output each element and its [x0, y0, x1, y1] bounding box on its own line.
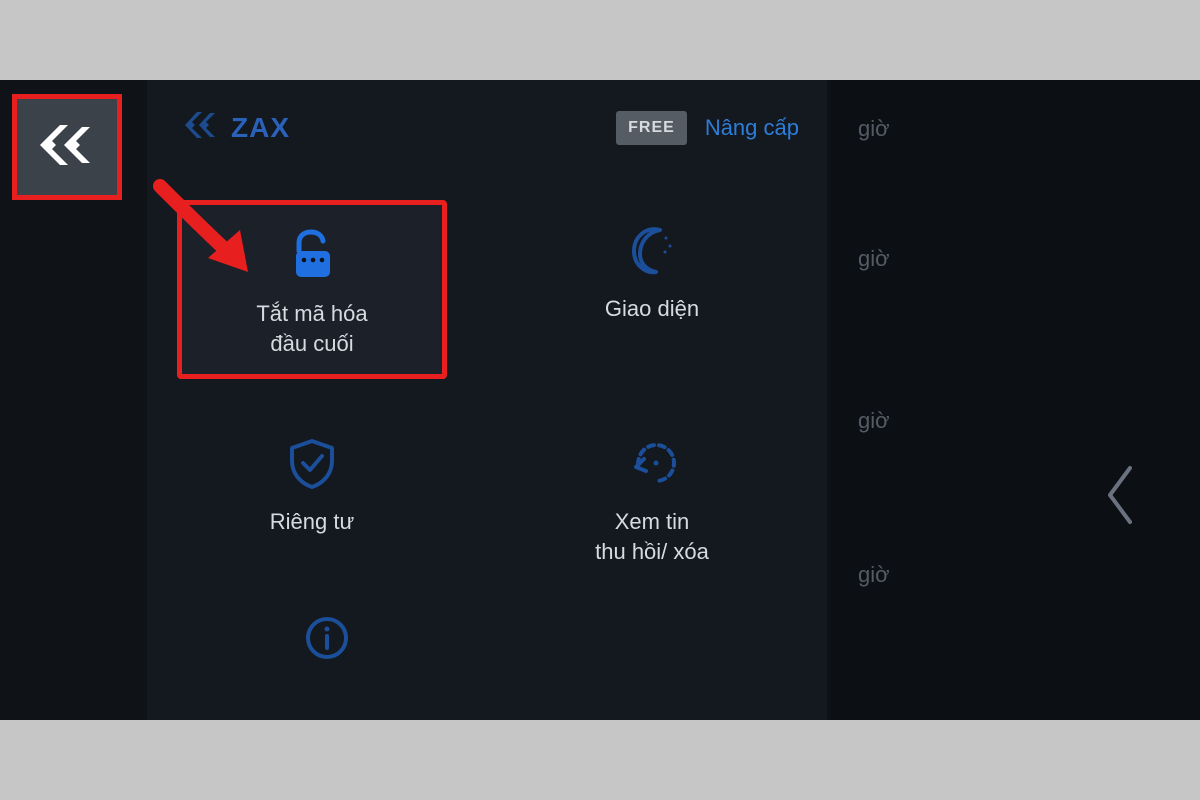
menu-item-appearance[interactable]: Giao diện: [517, 200, 787, 379]
settings-panel: ZAX FREE Nâng cấp Tắt mã hóa đầu cuối: [147, 80, 827, 720]
menu-item-encryption[interactable]: Tắt mã hóa đầu cuối: [177, 200, 447, 379]
app-name: ZAX: [231, 112, 290, 144]
zax-logo-icon: [34, 116, 100, 179]
menu-item-privacy[interactable]: Riêng tư: [177, 413, 447, 582]
time-label: giờ: [858, 246, 890, 272]
unlock-icon: [284, 227, 340, 283]
app-frame: ZAX FREE Nâng cấp Tắt mã hóa đầu cuối: [0, 80, 1200, 720]
panel-header: ZAX FREE Nâng cấp: [147, 80, 827, 161]
moon-icon: [624, 222, 680, 278]
shield-check-icon: [284, 435, 340, 491]
menu-label: Xem tin thu hồi/ xóa: [595, 507, 709, 566]
plan-badge: FREE: [616, 111, 687, 145]
zax-logo-small-icon: [183, 108, 219, 147]
chevron-left-icon[interactable]: [1100, 460, 1142, 535]
menu-label: Giao diện: [605, 294, 699, 324]
menu-grid: Tắt mã hóa đầu cuối Giao diện: [177, 200, 797, 583]
history-icon: [624, 435, 680, 491]
time-label: giờ: [858, 562, 890, 588]
sidebar-logo-button[interactable]: [12, 94, 122, 200]
menu-item-info[interactable]: [207, 610, 447, 682]
time-label: giờ: [858, 116, 890, 142]
menu-item-recall[interactable]: Xem tin thu hồi/ xóa: [517, 413, 787, 582]
info-icon: [299, 610, 355, 666]
right-strip: giờ giờ giờ giờ: [830, 80, 1200, 720]
menu-label: Riêng tư: [270, 507, 354, 537]
time-label: giờ: [858, 408, 890, 434]
menu-label: Tắt mã hóa đầu cuối: [256, 299, 367, 358]
upgrade-link[interactable]: Nâng cấp: [705, 115, 799, 141]
